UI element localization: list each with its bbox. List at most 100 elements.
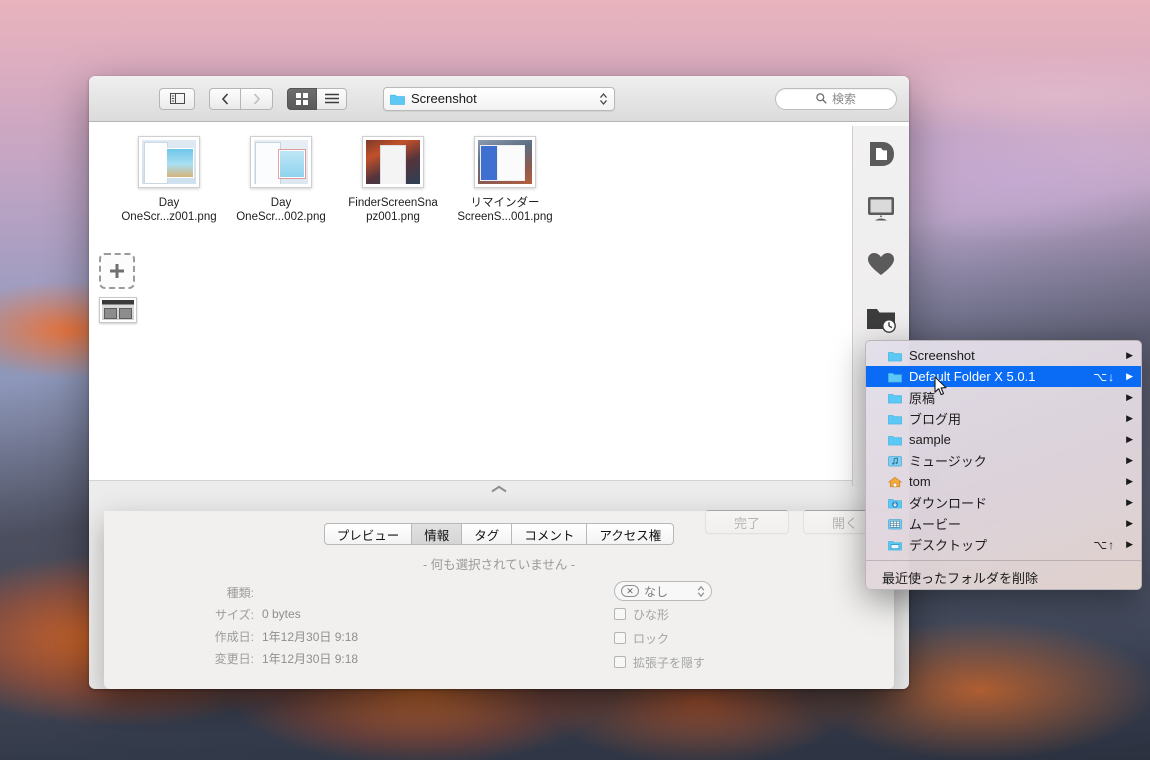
tab-comments[interactable]: コメント xyxy=(512,523,588,545)
checkbox-locked[interactable]: ロック xyxy=(614,627,854,649)
recent-folders-button[interactable] xyxy=(853,291,909,346)
file-browser-area[interactable]: Day OneScr...z001.png Day OneScr...002.p… xyxy=(89,122,909,480)
screenshot-preview-icon xyxy=(254,140,308,184)
metadata-key: 作成日: xyxy=(214,629,254,644)
file-name-line2: OneScr...002.png xyxy=(236,211,326,223)
menu-item-label: ムービー xyxy=(909,517,962,532)
menu-item-clear-recent[interactable]: 最近使ったフォルダを削除 xyxy=(866,565,1141,589)
back-button[interactable] xyxy=(209,87,241,110)
sidebar-toggle-icon xyxy=(169,93,185,104)
checkbox-stationery[interactable]: ひな形 xyxy=(614,603,854,625)
menu-separator xyxy=(866,560,1141,561)
file-item[interactable]: Day OneScr...z001.png xyxy=(113,136,225,224)
file-thumbnail xyxy=(138,136,200,188)
metadata-key: 変更日: xyxy=(214,651,254,666)
file-name-line2: pz001.png xyxy=(366,211,420,223)
display-monitor-icon xyxy=(868,196,894,220)
sidebar-toggle-button[interactable] xyxy=(159,87,195,110)
menu-item-label: sample xyxy=(909,432,951,447)
chevron-up-icon xyxy=(491,485,507,492)
menu-item-music[interactable]: ミュージック ▶ xyxy=(866,450,1141,471)
menu-item-sample[interactable]: sample ▶ xyxy=(866,429,1141,450)
metadata-area: 種類: サイズ: 0 bytes 作成日: 1年12月30日 9:18 変更日:… xyxy=(104,573,894,673)
music-folder-icon xyxy=(888,455,902,466)
file-name: リマインダー ScreenS...001.png xyxy=(449,196,561,224)
menu-item-label: Screenshot xyxy=(909,348,975,363)
file-thumbnail xyxy=(474,136,536,188)
forward-button[interactable] xyxy=(241,87,273,110)
heart-favorites-icon xyxy=(868,252,894,275)
tab-tags[interactable]: タグ xyxy=(462,523,513,545)
tag-select-value: なし xyxy=(644,584,669,599)
checkbox-icon xyxy=(614,632,626,644)
menu-item-default-folder-x[interactable]: Default Folder X 5.0.1 ⌥↓ ▶ xyxy=(866,366,1141,387)
metadata-value: 0 bytes xyxy=(262,607,301,621)
attributes-area: ✕ なし ひな形 ロック 拡張子を隠す xyxy=(564,581,854,673)
window-preview-button[interactable] xyxy=(99,297,137,323)
metadata-row-modified: 変更日: 1年12月30日 9:18 xyxy=(144,647,564,669)
file-item[interactable]: FinderScreenSna pz001.png xyxy=(337,136,449,224)
movies-folder-icon xyxy=(888,518,902,529)
menu-item-home[interactable]: tom ▶ xyxy=(866,471,1141,492)
menu-item-label: デスクトップ xyxy=(909,538,988,553)
submenu-arrow-icon: ▶ xyxy=(1126,350,1133,360)
menu-item-blog[interactable]: ブログ用 ▶ xyxy=(866,408,1141,429)
menu-item-label: tom xyxy=(909,474,931,489)
submenu-arrow-icon: ▶ xyxy=(1126,413,1133,423)
screenshot-preview-icon xyxy=(478,140,532,184)
search-input[interactable]: 検索 xyxy=(775,87,897,110)
checkbox-hide-extension[interactable]: 拡張子を隠す xyxy=(614,651,854,673)
menu-item-movies[interactable]: ムービー ▶ xyxy=(866,513,1141,534)
metadata-row-kind: 種類: xyxy=(144,581,564,603)
file-name: Day OneScr...z001.png xyxy=(113,196,225,224)
display-button[interactable] xyxy=(853,181,909,236)
metadata-row-created: 作成日: 1年12月30日 9:18 xyxy=(144,625,564,647)
menu-item-downloads[interactable]: ダウンロード ▶ xyxy=(866,492,1141,513)
file-grid: Day OneScr...z001.png Day OneScr...002.p… xyxy=(89,122,909,224)
grid-view-icon xyxy=(296,92,308,105)
submenu-arrow-icon: ▶ xyxy=(1126,455,1133,465)
recent-folders-clock-icon xyxy=(867,308,896,333)
file-item[interactable]: Day OneScr...002.png xyxy=(225,136,337,224)
menu-item-genkou[interactable]: 原稿 ▶ xyxy=(866,387,1141,408)
tag-select-dropdown[interactable]: ✕ なし xyxy=(614,581,712,601)
path-popup-button[interactable]: Screenshot xyxy=(383,86,615,111)
favorites-button[interactable] xyxy=(853,236,909,291)
chevron-right-icon xyxy=(253,92,260,105)
desktop-folder-icon xyxy=(888,540,902,550)
list-view-icon xyxy=(324,93,339,104)
file-item[interactable]: リマインダー ScreenS...001.png xyxy=(449,136,561,224)
dfx-logo-button[interactable] xyxy=(853,126,909,181)
menu-item-label: ブログ用 xyxy=(909,412,962,427)
downloads-folder-icon xyxy=(888,498,902,508)
list-view-button[interactable] xyxy=(317,87,347,110)
icon-view-button[interactable] xyxy=(287,87,317,110)
folder-icon xyxy=(888,372,902,382)
submenu-arrow-icon: ▶ xyxy=(1126,392,1133,402)
view-mode-toggle xyxy=(287,87,347,110)
info-panel-collapse-handle[interactable] xyxy=(89,480,909,496)
tab-permissions[interactable]: アクセス権 xyxy=(587,523,675,545)
menu-item-label: Default Folder X 5.0.1 xyxy=(909,369,1036,384)
window-toolbar: Screenshot 検索 xyxy=(89,76,909,122)
metadata-value: 1年12月30日 9:18 xyxy=(262,629,359,644)
checkbox-icon xyxy=(614,608,626,620)
tab-preview[interactable]: プレビュー xyxy=(323,523,413,545)
folder-icon xyxy=(888,414,902,424)
menu-item-label: ダウンロード xyxy=(909,496,988,511)
submenu-arrow-icon: ▶ xyxy=(1126,476,1133,486)
file-name-line1: Day xyxy=(270,197,292,209)
search-placeholder: 検索 xyxy=(831,92,856,106)
file-name-line1: リマインダー xyxy=(470,197,540,209)
add-shortcut-button[interactable] xyxy=(99,253,135,289)
checkbox-label: 拡張子を隠す xyxy=(633,655,706,670)
menu-item-screenshot[interactable]: Screenshot ▶ xyxy=(866,345,1141,366)
tab-info[interactable]: 情報 xyxy=(412,523,463,545)
menu-item-desktop[interactable]: デスクトップ ⌥↑ ▶ xyxy=(866,534,1141,555)
submenu-arrow-icon: ▶ xyxy=(1126,518,1133,528)
menu-item-shortcut: ⌥↓ xyxy=(1093,369,1116,384)
metadata-row-size: サイズ: 0 bytes xyxy=(144,603,564,625)
checkbox-icon xyxy=(614,656,626,668)
add-plus-icon xyxy=(110,264,124,278)
navigation-buttons xyxy=(209,87,273,110)
